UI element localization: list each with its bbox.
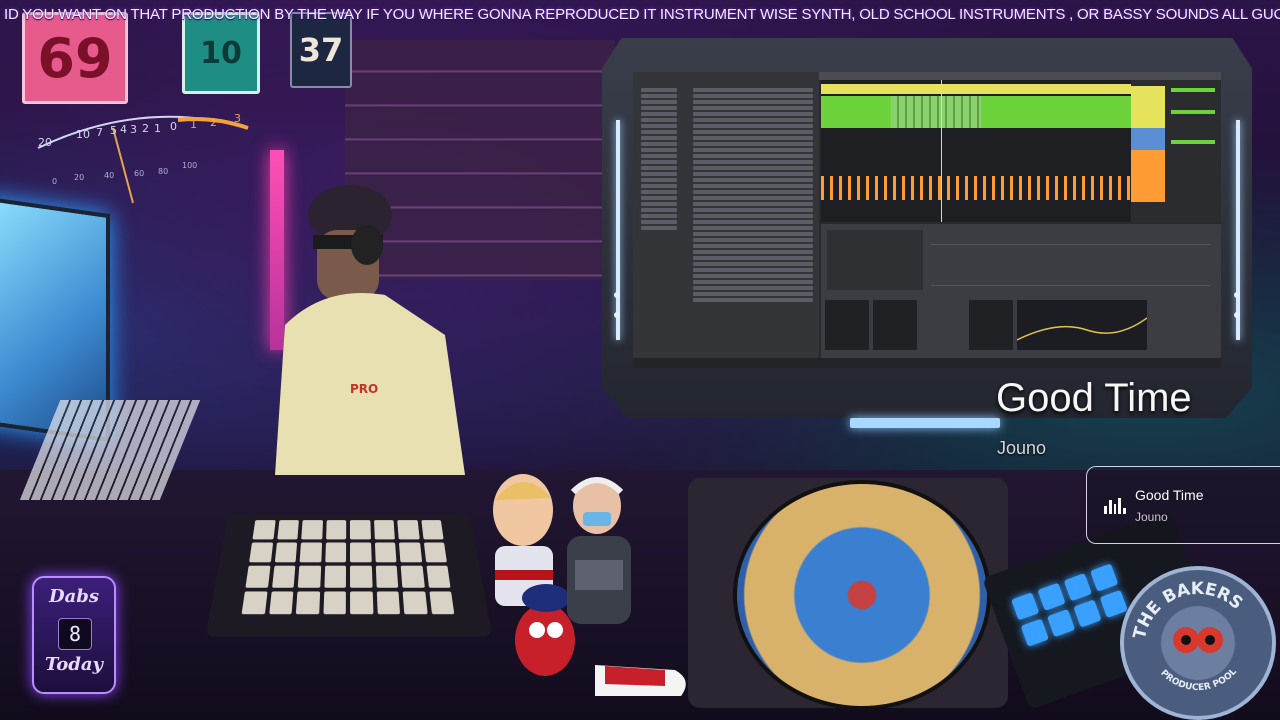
jersey-number: 69 [37,26,113,90]
jersey-number: 10 [200,35,242,71]
bobblehead-figures [493,474,686,696]
browser-categories [637,86,681,366]
svg-text:0: 0 [52,177,57,186]
svg-text:100: 100 [182,161,197,170]
dabs-label: Dabs [49,586,99,607]
svg-text:2: 2 [210,116,217,129]
svg-text:5: 5 [110,124,117,137]
daw-arrangement-view [821,80,1131,222]
stream-scene: 69 10 37 20 10 7 5 4 3 2 1 0 1 2 3 0 20 … [0,0,1280,720]
automation-lane [931,244,1211,286]
browser-file-list [689,86,817,366]
device-slot [873,300,917,350]
svg-text:80: 80 [158,167,168,176]
chat-ticker: ID YOU WANT ON THAT PRODUCTION BY THE WA… [0,0,1280,28]
monitor-bottom-light [850,418,1000,428]
dabs-counter-badge: Dabs 8 Today [32,576,116,694]
svg-text:3: 3 [234,112,241,125]
now-playing-card-title: Good Time [1135,487,1204,503]
svg-text:20: 20 [38,136,52,149]
svg-text:0: 0 [170,120,177,133]
playhead [941,80,942,222]
daw-device-view [821,224,1221,368]
clip-track-orange [821,176,1131,200]
producer-person: PRO [275,185,465,475]
clip-track-yellow [821,84,1131,94]
svg-text:60: 60 [134,169,144,178]
monitor-light-left [616,120,620,340]
svg-text:3: 3 [130,123,137,136]
svg-text:4: 4 [120,123,127,136]
vu-meter-graphic: 20 10 7 5 4 3 2 1 0 1 2 3 0 20 40 60 80 … [37,112,249,204]
monitor-light-right [1236,120,1240,340]
device-slot [969,300,1013,350]
now-playing-title: Good Time [996,376,1192,420]
clip-track-green-detail [891,96,981,128]
now-playing-card-artist: Jouno [1135,510,1168,524]
today-label: Today [44,654,104,675]
pad-controller [205,514,493,637]
bakers-logo: THE BAKERS PRODUCER POOL [1120,566,1276,720]
now-playing-artist: Jouno [997,438,1047,458]
daw-browser-panel [633,72,819,368]
svg-text:7: 7 [96,126,103,139]
monitor-indicator-dot [1234,292,1240,298]
svg-text:1: 1 [154,122,161,135]
monitor-indicator-dot [614,312,620,318]
turntable-slipmat [733,480,991,710]
jersey-number: 37 [298,31,344,69]
bakers-bottom-text: PRODUCER POOL [1158,667,1239,693]
device-panel [827,230,923,290]
device-slot [825,300,869,350]
audio-bars-icon [1104,498,1126,514]
daw-mixer-strip [1131,80,1221,222]
dabs-count: 8 [58,618,92,650]
svg-text:PRO: PRO [350,382,378,396]
svg-text:2: 2 [142,122,149,135]
monitor-indicator-dot [614,292,620,298]
svg-text:1: 1 [190,118,197,131]
daw-status-bar [633,358,1221,368]
drum-pad-grid [241,520,455,615]
monitor-indicator-dot [1234,312,1240,318]
svg-text:40: 40 [104,171,114,180]
eq-display [1016,300,1148,350]
ticker-text: ID YOU WANT ON THAT PRODUCTION BY THE WA… [4,5,1280,23]
svg-text:20: 20 [74,173,84,182]
daw-screen-capture [633,72,1221,368]
svg-text:10: 10 [76,128,90,141]
